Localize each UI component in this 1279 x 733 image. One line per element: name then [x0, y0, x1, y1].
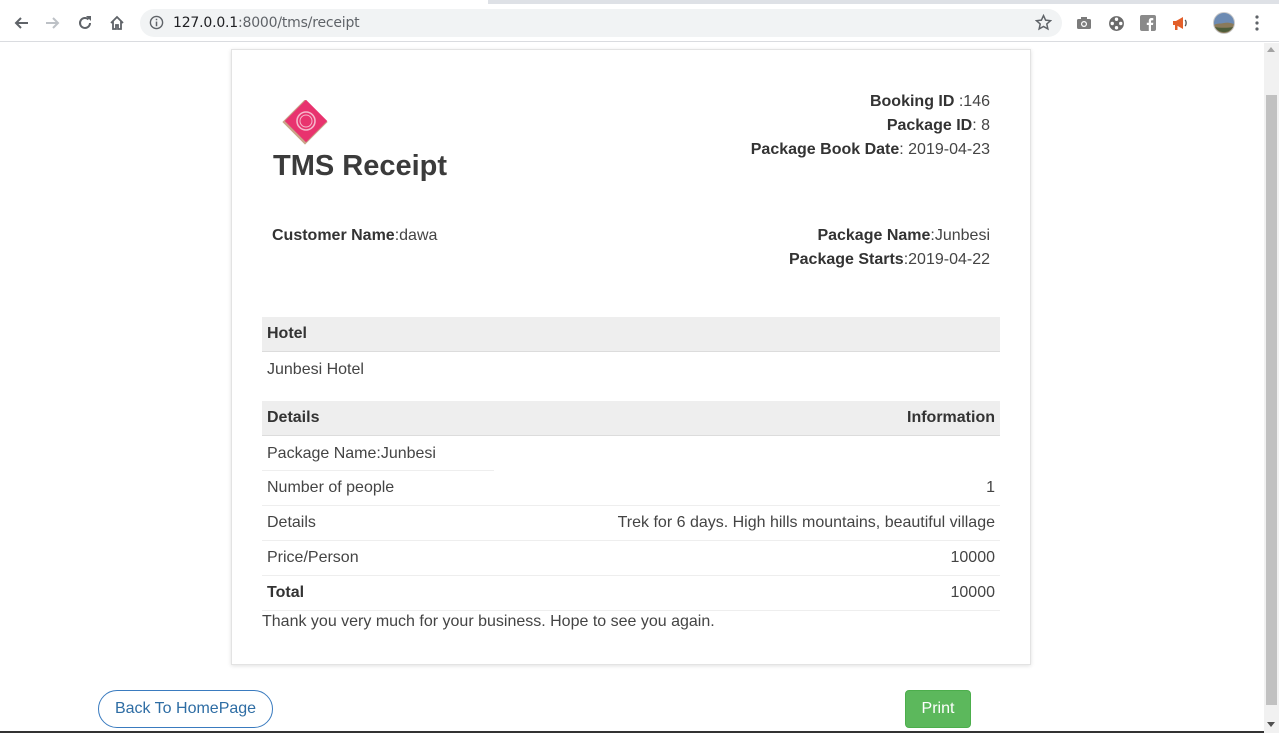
tms-logo — [277, 99, 329, 152]
hotel-table: Hotel Junbesi Hotel — [262, 317, 1000, 387]
scrollbar-thumb[interactable] — [1266, 95, 1277, 705]
customer-name-value: :dawa — [394, 227, 438, 244]
package-name-label: Package Name — [817, 227, 931, 244]
browser-toolbar: 127.0.0.1:8000/tms/receipt — [0, 4, 1279, 42]
hotel-header: Hotel — [267, 325, 307, 342]
url-text: 127.0.0.1:8000/tms/receipt — [173, 15, 360, 31]
info-icon[interactable] — [149, 15, 164, 35]
row-value: 10000 — [950, 549, 996, 566]
booking-id-value: :146 — [954, 93, 990, 110]
print-button[interactable]: Print — [905, 690, 971, 728]
row-value: Trek for 6 days. High hills mountains, b… — [617, 514, 995, 531]
row-label: Details — [267, 514, 316, 531]
package-info: Package Name:Junbesi Package Starts:2019… — [789, 224, 990, 272]
back-arrow-icon[interactable] — [7, 9, 35, 37]
camera-icon[interactable] — [1074, 13, 1094, 33]
scroll-up-arrow-icon[interactable] — [1267, 47, 1275, 52]
thank-you-message: Thank you very much for your business. H… — [262, 613, 715, 630]
row-label: Price/Person — [267, 549, 359, 566]
address-bar[interactable]: 127.0.0.1:8000/tms/receipt — [140, 9, 1062, 37]
hotel-name: Junbesi Hotel — [267, 360, 364, 378]
table-row: Details Trek for 6 days. High hills moun… — [262, 506, 1000, 541]
forward-arrow-icon[interactable] — [39, 9, 67, 37]
details-table: Details Information Package Name:Junbesi… — [262, 401, 1000, 611]
package-name-value: :Junbesi — [930, 227, 990, 244]
facebook-icon[interactable] — [1138, 13, 1158, 33]
package-starts-value: :2019-04-22 — [903, 251, 990, 268]
hotel-table-header: Hotel — [262, 317, 1000, 352]
receipt-card: TMS Receipt Booking ID :146 Package ID: … — [231, 49, 1031, 665]
table-row: Price/Person 10000 — [262, 541, 1000, 576]
row-label: Number of people — [267, 479, 395, 496]
information-header: Information — [907, 409, 995, 426]
vertical-scrollbar[interactable] — [1264, 43, 1279, 733]
details-header: Details — [267, 409, 320, 426]
details-table-header: Details Information — [262, 401, 1000, 436]
profile-avatar[interactable] — [1213, 12, 1235, 34]
row-value: 1 — [986, 479, 995, 496]
package-id-value: : 8 — [972, 117, 990, 134]
package-id-label: Package ID — [886, 117, 973, 134]
page-viewport: TMS Receipt Booking ID :146 Package ID: … — [0, 43, 1264, 733]
customer-info: Customer Name:dawa — [272, 224, 437, 248]
megaphone-icon[interactable] — [1170, 13, 1190, 33]
booking-info: Booking ID :146 Package ID: 8 Package Bo… — [751, 90, 990, 162]
table-row-total: Total 10000 — [262, 576, 1000, 611]
package-starts-label: Package Starts — [788, 251, 904, 268]
back-to-homepage-button[interactable]: Back To HomePage — [98, 690, 273, 728]
book-date-label: Package Book Date — [750, 141, 900, 158]
scroll-down-arrow-icon[interactable] — [1267, 722, 1275, 727]
receipt-title: TMS Receipt — [273, 150, 448, 182]
reload-icon[interactable] — [71, 9, 99, 37]
total-label: Total — [267, 584, 305, 601]
table-row: Package Name:Junbesi — [262, 436, 1000, 471]
film-reel-icon[interactable] — [1106, 13, 1126, 33]
book-date-value: : 2019-04-23 — [899, 141, 990, 158]
table-row: Number of people 1 — [262, 471, 1000, 506]
star-icon[interactable] — [1034, 13, 1053, 36]
row-label: Package Name:Junbesi — [267, 444, 436, 462]
booking-id-label: Booking ID — [869, 93, 955, 110]
home-icon[interactable] — [103, 9, 131, 37]
table-row: Junbesi Hotel — [262, 352, 1000, 387]
customer-name-label: Customer Name — [272, 227, 395, 244]
total-value: 10000 — [950, 584, 996, 601]
kebab-menu-icon[interactable] — [1247, 13, 1267, 33]
